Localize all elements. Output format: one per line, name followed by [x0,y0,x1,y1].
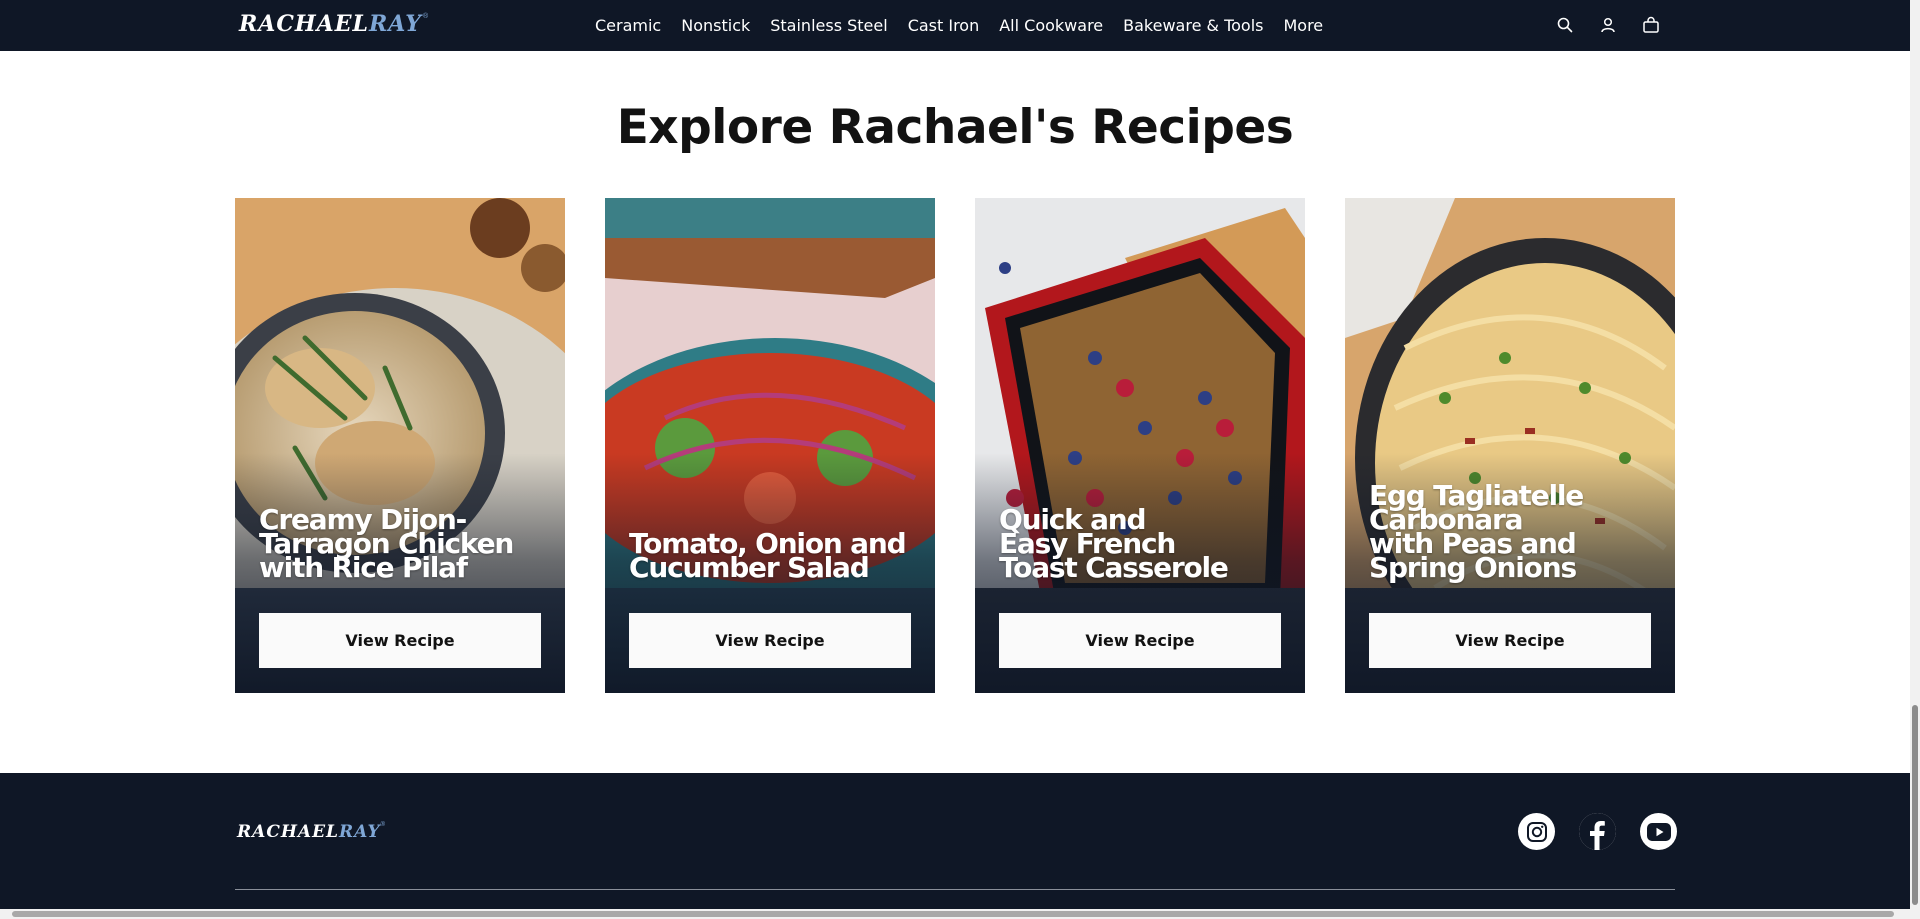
nav-ceramic[interactable]: Ceramic [595,16,661,35]
footer-logo-registered-mark: ® [380,822,386,828]
nav-stainless-steel[interactable]: Stainless Steel [770,16,887,35]
recipe-card[interactable]: Quick and Easy French Toast Casserole Vi… [975,198,1305,693]
horizontal-scrollbar-thumb[interactable] [12,911,1894,917]
page: RACHAEL RAY ® Ceramic Nonstick Stainless S… [0,0,1920,919]
recipe-title-line: Toast Casserole [999,551,1229,584]
cart-icon[interactable] [1641,13,1661,37]
vertical-scrollbar-thumb[interactable] [1912,705,1918,905]
footer-logo-text-accent: RAY [339,822,381,842]
view-recipe-button[interactable]: View Recipe [1369,613,1651,668]
facebook-icon[interactable] [1579,813,1616,850]
nav-nonstick[interactable]: Nonstick [681,16,750,35]
recipe-title[interactable]: Egg Tagliatelle Carbonara with Peas and … [1369,482,1659,584]
recipe-grid: Creamy Dijon- Tarragon Chicken with Rice… [235,198,1675,693]
recipe-title[interactable]: Creamy Dijon- Tarragon Chicken with Rice… [259,506,549,582]
nav-bakeware-tools[interactable]: Bakeware & Tools [1123,16,1263,35]
recipe-card[interactable]: Egg Tagliatelle Carbonara with Peas and … [1345,198,1675,693]
vertical-scrollbar[interactable] [1910,0,1920,919]
view-recipe-button[interactable]: View Recipe [999,613,1281,668]
logo-text-accent: RAY [368,11,422,37]
header-icons [1555,13,1661,37]
site-logo[interactable]: RACHAEL RAY ® [239,11,429,37]
footer-logo-text-main: RACHAEL [237,822,340,842]
recipe-title-line: Spring Onions [1369,551,1577,584]
recipe-card[interactable]: Tomato, Onion and Cucumber Salad View Re… [605,198,935,693]
instagram-icon[interactable] [1518,813,1555,850]
logo-text-main: RACHAEL [239,11,369,37]
recipe-title[interactable]: Tomato, Onion and Cucumber Salad [629,530,919,582]
logo-registered-mark: ® [422,13,429,20]
nav-cast-iron[interactable]: Cast Iron [908,16,980,35]
main-nav: Ceramic Nonstick Stainless Steel Cast Ir… [595,0,1323,51]
section-title: Explore Rachael's Recipes [616,100,1294,155]
nav-all-cookware[interactable]: All Cookware [999,16,1103,35]
footer-logo[interactable]: RACHAEL RAY ® [237,822,385,842]
view-recipe-button[interactable]: View Recipe [629,613,911,668]
youtube-icon[interactable] [1640,813,1677,850]
recipe-card[interactable]: Creamy Dijon- Tarragon Chicken with Rice… [235,198,565,693]
site-header: RACHAEL RAY ® Ceramic Nonstick Stainless S… [0,0,1910,51]
horizontal-scrollbar[interactable] [0,909,1910,919]
recipe-title[interactable]: Quick and Easy French Toast Casserole [999,506,1289,584]
account-icon[interactable] [1598,13,1618,37]
search-icon[interactable] [1555,13,1575,37]
social-links [1518,813,1677,850]
footer-divider [235,889,1675,890]
nav-more[interactable]: More [1283,16,1323,35]
site-footer: RACHAEL RAY ® [0,773,1910,919]
view-recipe-button[interactable]: View Recipe [259,613,541,668]
